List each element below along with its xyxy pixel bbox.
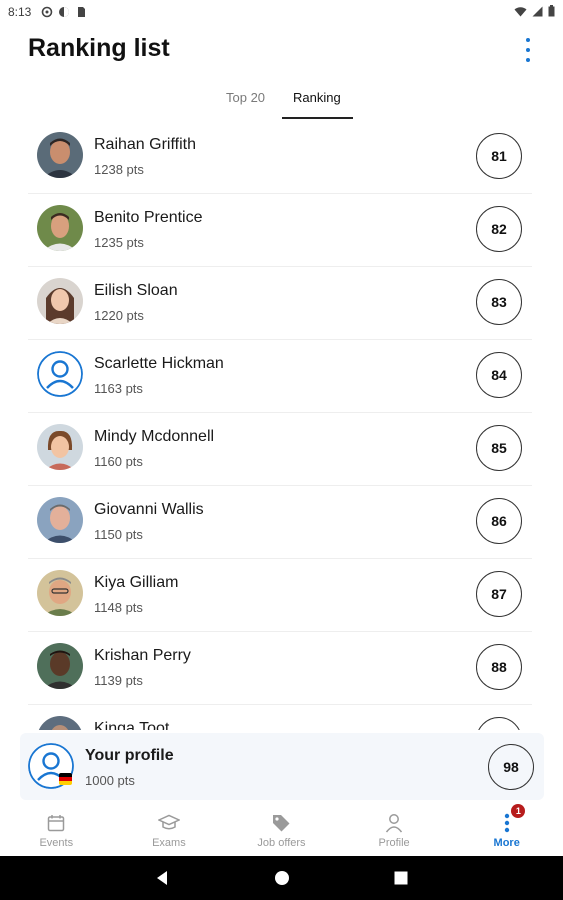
tag-icon xyxy=(271,813,291,833)
overflow-dot xyxy=(526,38,530,42)
ranking-row[interactable]: Mindy Mcdonnell 1160 pts 85 xyxy=(28,412,532,486)
player-points: 1163 pts xyxy=(94,381,143,396)
rank-badge: 85 xyxy=(476,425,522,471)
page-title: Ranking list xyxy=(28,34,170,62)
rank-badge xyxy=(476,717,522,730)
ranking-row[interactable]: Kinga Toot xyxy=(28,704,532,730)
ranking-row[interactable]: Kiya Gilliam 1148 pts 87 xyxy=(28,558,532,632)
avatar xyxy=(37,205,83,251)
ranking-list[interactable]: Raihan Griffith 1238 pts 81 Benito Prent… xyxy=(0,120,563,730)
nav-events[interactable]: Events xyxy=(0,800,113,856)
player-name: Eilish Sloan xyxy=(94,282,178,299)
player-points: 1220 pts xyxy=(94,308,144,323)
bottom-navigation: Events Exams Job offers Profile 1 More xyxy=(0,800,563,856)
back-icon[interactable] xyxy=(154,870,170,886)
player-name: Krishan Perry xyxy=(94,647,191,664)
graduation-cap-icon xyxy=(157,813,180,833)
player-points: 1150 pts xyxy=(94,527,143,542)
overflow-menu-button[interactable] xyxy=(521,38,535,62)
calendar-icon xyxy=(47,813,65,833)
player-points: 1238 pts xyxy=(94,162,144,177)
rank-badge: 81 xyxy=(476,133,522,179)
my-rank-badge: 98 xyxy=(488,744,534,790)
nav-job-offers[interactable]: Job offers xyxy=(225,800,338,856)
player-points: 1139 pts xyxy=(94,673,143,688)
avatar xyxy=(37,570,83,616)
player-name: Kinga Toot xyxy=(94,720,170,730)
rank-badge: 87 xyxy=(476,571,522,617)
nav-label: Job offers xyxy=(257,837,306,849)
active-tab-indicator xyxy=(282,117,353,119)
overflow-dot xyxy=(526,58,530,62)
my-profile-name: Your profile xyxy=(85,747,174,764)
my-profile-card[interactable]: Your profile 1000 pts 98 xyxy=(20,733,544,800)
ranking-tabs: Top 20 Ranking xyxy=(0,80,563,120)
nav-profile[interactable]: Profile xyxy=(338,800,451,856)
my-profile-points: 1000 pts xyxy=(85,773,135,788)
person-icon xyxy=(385,813,403,833)
nav-more[interactable]: 1 More xyxy=(450,800,563,856)
nav-label: Exams xyxy=(152,837,186,849)
avatar xyxy=(37,278,83,324)
avatar xyxy=(37,643,83,689)
tab-ranking[interactable]: Ranking xyxy=(293,90,341,105)
battery-icon xyxy=(548,5,555,20)
ranking-row[interactable]: Raihan Griffith 1238 pts 81 xyxy=(28,120,532,194)
recents-icon[interactable] xyxy=(393,870,409,886)
avatar xyxy=(37,424,83,470)
nav-label: Profile xyxy=(378,837,410,849)
wifi-icon xyxy=(514,6,527,20)
player-name: Scarlette Hickman xyxy=(94,355,224,372)
rank-badge: 88 xyxy=(476,644,522,690)
more-vertical-icon xyxy=(504,813,510,833)
player-name: Kiya Gilliam xyxy=(94,574,179,591)
player-points: 1235 pts xyxy=(94,235,144,250)
tab-top-20[interactable]: Top 20 xyxy=(226,90,265,105)
notification-badge: 1 xyxy=(511,804,526,818)
player-points: 1148 pts xyxy=(94,600,143,615)
avatar xyxy=(37,132,83,178)
avatar xyxy=(37,497,83,543)
status-bar: 8:13 xyxy=(0,0,563,24)
default-avatar-icon xyxy=(37,351,83,397)
ranking-row[interactable]: Giovanni Wallis 1150 pts 86 xyxy=(28,485,532,559)
vpn-icon xyxy=(58,6,70,18)
germany-flag-icon xyxy=(59,773,72,785)
player-points: 1160 pts xyxy=(94,454,143,469)
system-status-icons xyxy=(514,5,555,20)
ranking-row[interactable]: Benito Prentice 1235 pts 82 xyxy=(28,193,532,267)
ranking-row[interactable]: Eilish Sloan 1220 pts 83 xyxy=(28,266,532,340)
player-name: Benito Prentice xyxy=(94,209,203,226)
rank-badge: 83 xyxy=(476,279,522,325)
system-navigation-bar xyxy=(0,856,563,900)
player-name: Mindy Mcdonnell xyxy=(94,428,215,445)
avatar xyxy=(37,716,83,730)
ranking-row[interactable]: Krishan Perry 1139 pts 88 xyxy=(28,631,532,705)
player-name: Giovanni Wallis xyxy=(94,501,204,518)
nav-exams[interactable]: Exams xyxy=(113,800,226,856)
home-icon[interactable] xyxy=(274,870,290,886)
rank-badge: 86 xyxy=(476,498,522,544)
ranking-row[interactable]: Scarlette Hickman 1163 pts 84 xyxy=(28,339,532,413)
rank-badge: 82 xyxy=(476,206,522,252)
status-time: 8:13 xyxy=(8,5,32,19)
overflow-dot xyxy=(526,48,530,52)
rank-badge: 84 xyxy=(476,352,522,398)
nav-label: Events xyxy=(39,837,74,849)
sim-card-icon xyxy=(75,6,87,18)
nav-label: More xyxy=(493,837,520,849)
sync-icon xyxy=(41,6,53,18)
signal-icon xyxy=(532,6,543,20)
player-name: Raihan Griffith xyxy=(94,136,196,153)
notification-icons xyxy=(41,6,87,18)
